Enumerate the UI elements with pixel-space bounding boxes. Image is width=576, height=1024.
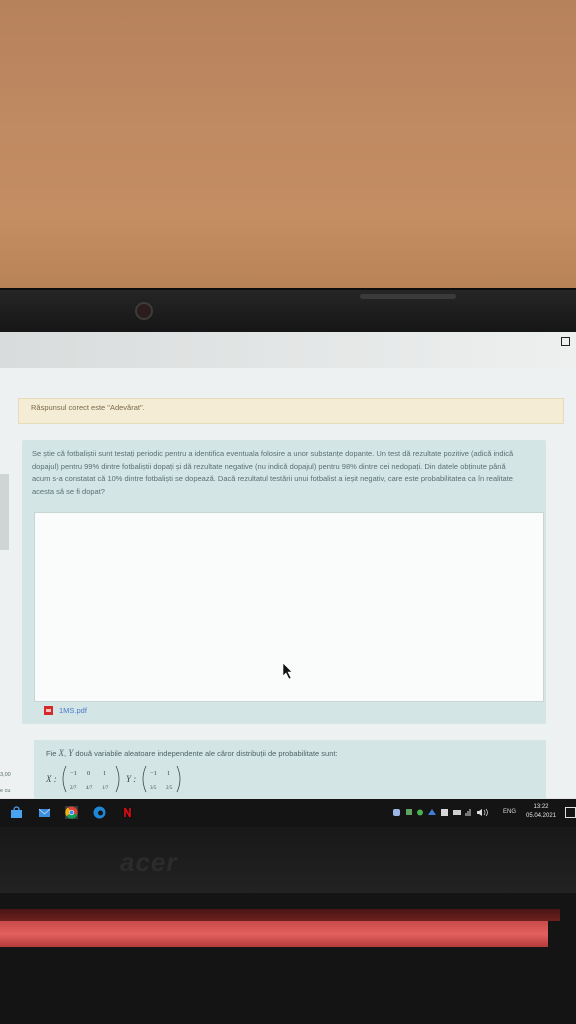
q2-prefix: Fie [46, 749, 57, 758]
netflix-icon[interactable] [121, 806, 134, 819]
clock-time: 13:22 [533, 804, 549, 810]
clock[interactable]: 13:22 05.04.2021 [526, 803, 556, 821]
lid-latch [360, 294, 456, 299]
x-label: X : [46, 774, 57, 784]
x-val-0: −1 [70, 770, 77, 777]
question-2-text: Fie X, Y două variabile aleatoare indepe… [46, 748, 338, 758]
pdf-icon [44, 706, 53, 715]
q2-sep: , [64, 749, 67, 758]
clock-date: 05.04.2021 [526, 813, 557, 819]
x-val-2: 1 [103, 770, 106, 777]
x-prob-1: 4/7 [86, 786, 93, 791]
store-icon[interactable] [10, 806, 23, 819]
y-prob-1: 2/5 [166, 786, 173, 791]
mouse-cursor-icon [282, 662, 293, 680]
x-prob-2: 1/7 [102, 786, 109, 791]
laptop-top-bezel [0, 288, 576, 334]
y-prob-0: 3/5 [150, 786, 157, 791]
language-indicator[interactable]: ENG [503, 809, 516, 815]
q2-suffix: două variabile aleatoare independente al… [75, 749, 338, 758]
system-tray-icons[interactable] [393, 808, 501, 817]
laptop-base [0, 893, 576, 1024]
laptop-screen: Răspunsul corect este "Adevărat". Se ști… [0, 332, 576, 827]
quiz-page: Răspunsul corect este "Adevărat". Se ști… [0, 368, 576, 810]
notification-icon[interactable] [565, 807, 576, 818]
answer-feedback: Răspunsul corect este "Adevărat". [18, 398, 564, 424]
maximize-icon[interactable] [561, 337, 570, 346]
x-prob-0: 2/7 [70, 786, 77, 791]
browser-titlebar [0, 332, 576, 368]
y-val-1: 1 [167, 770, 170, 777]
webcam-icon [135, 302, 153, 320]
windows-taskbar: ENG 13:22 05.04.2021 [0, 799, 576, 827]
distribution-matrices: X : −1 0 1 2/7 4/7 1/7 Y : −1 1 3/5 2/5 [46, 765, 181, 793]
answer-feedback-text: Răspunsul corect este "Adevărat". [31, 403, 145, 412]
q2-var-y: Y [68, 748, 74, 758]
mail-icon[interactable] [38, 806, 51, 819]
side-text: e cu [0, 788, 11, 794]
question-1-card: Se știe că fotbaliștii sunt testați peri… [22, 440, 546, 724]
laptop-red-edge [0, 921, 548, 947]
laptop-brand-logo: acer [120, 847, 178, 877]
x-val-1: 0 [87, 770, 90, 777]
y-val-0: −1 [150, 770, 157, 777]
y-label: Y : [126, 774, 136, 784]
wall-background [0, 0, 576, 292]
laptop-red-deck [0, 909, 560, 921]
question-nav-tab[interactable] [0, 474, 9, 550]
chrome-icon[interactable] [65, 806, 78, 819]
laptop-bottom-bezel: acer [0, 827, 576, 893]
edge-icon[interactable] [93, 806, 106, 819]
attachment-link[interactable]: 1MS.pdf [59, 706, 87, 715]
side-score: 3,00 [0, 772, 11, 778]
question-1-text: Se știe că fotbaliștii sunt testați peri… [32, 449, 514, 496]
